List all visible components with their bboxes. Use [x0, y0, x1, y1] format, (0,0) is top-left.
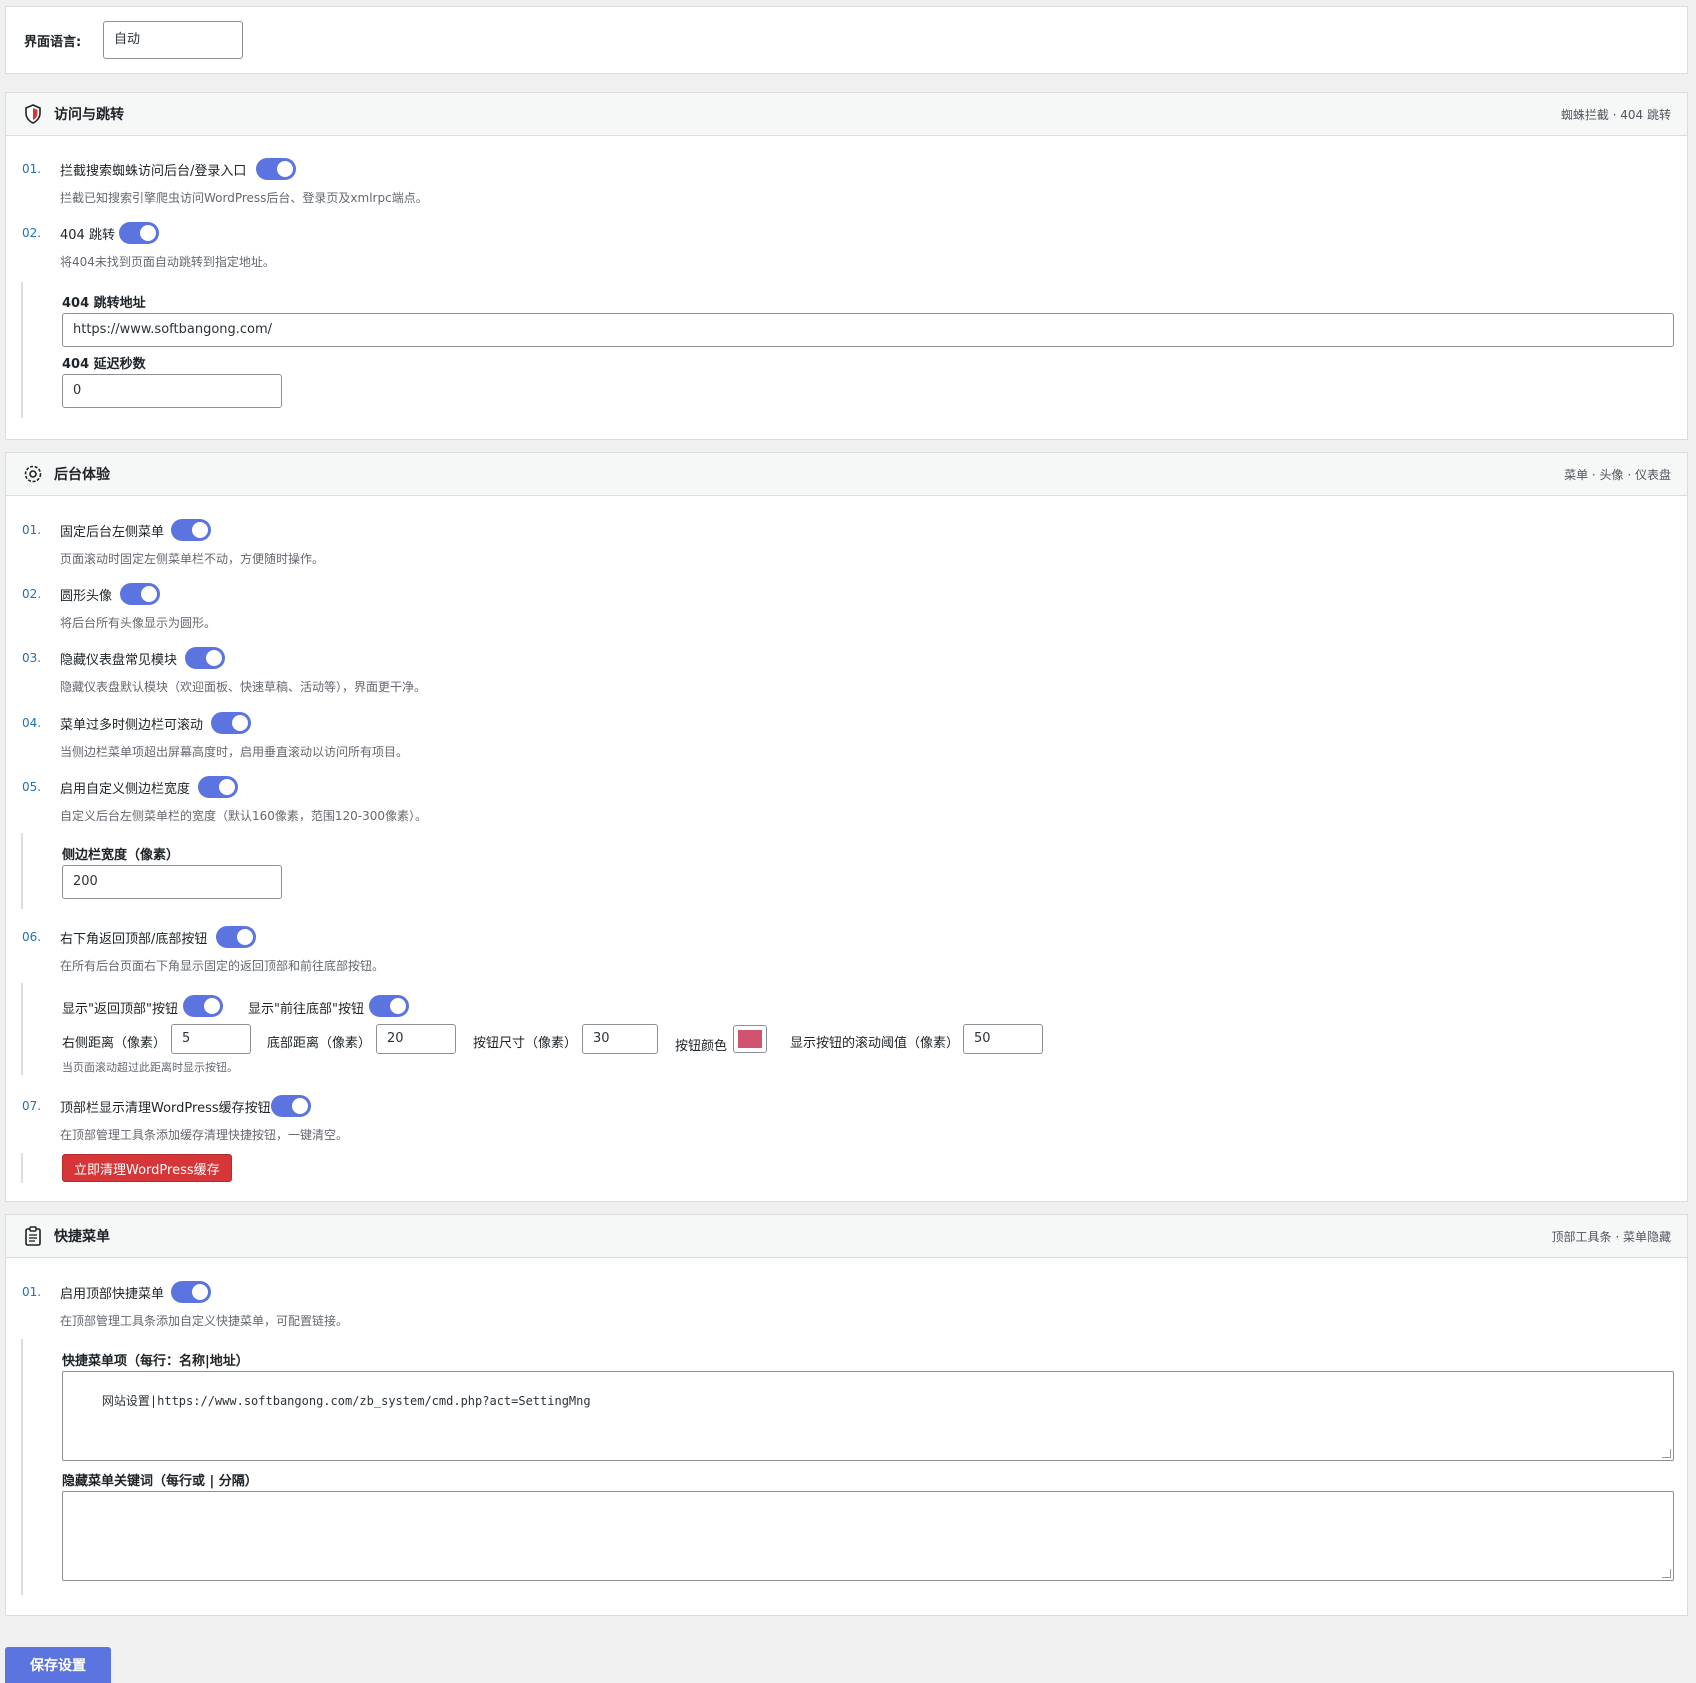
hide-dashboard-label: 隐藏仪表盘常见模块: [60, 653, 178, 668]
bottom-distance-input[interactable]: 20: [376, 1024, 456, 1054]
quickmenu-items-value: 网站设置|https://www.softbangong.com/zb_syst…: [101, 1394, 591, 1408]
button-color-label: 按钮颜色: [675, 1039, 728, 1054]
sidebar-width-input[interactable]: 200: [62, 865, 282, 899]
item-number: 06.: [22, 930, 42, 944]
round-avatar-label: 圆形头像: [60, 589, 113, 604]
right-distance-label: 右侧距离（像素）: [62, 1036, 167, 1051]
button-color-swatch: [738, 1030, 762, 1048]
redirect-delay-label: 404 延迟秒数: [62, 357, 146, 372]
shield-icon: [22, 103, 44, 125]
quickmenu-section: 快捷菜单 顶部工具条 · 菜单隐藏 01. 启用顶部快捷菜单 在顶部管理工具条添…: [5, 1214, 1688, 1616]
clear-cache-button[interactable]: 立即清理WordPress缓存: [62, 1154, 232, 1182]
fix-menu-desc: 页面滚动时固定左侧菜单栏不动，方便随时操作。: [60, 552, 325, 566]
block-spider-toggle[interactable]: [256, 158, 296, 180]
item-number: 01.: [22, 162, 42, 176]
scroll-threshold-hint: 当页面滚动超过此距离时显示按钮。: [62, 1061, 238, 1074]
button-size-label: 按钮尺寸（像素）: [473, 1036, 578, 1051]
right-distance-input[interactable]: 5: [171, 1024, 251, 1054]
round-avatar-desc: 将后台所有头像显示为圆形。: [60, 616, 217, 630]
block-spider-label: 拦截搜索蜘蛛访问后台/登录入口: [60, 164, 247, 179]
sidebar-width-settings: [21, 833, 23, 909]
show-bottom-label: 显示"前往底部"按钮: [248, 1002, 364, 1017]
bottom-distance-label: 底部距离（像素）: [267, 1036, 372, 1051]
back-to-top-settings: [21, 983, 23, 1075]
quickmenu-section-subtitle: 顶部工具条 · 菜单隐藏: [1551, 1229, 1671, 1244]
clear-cache-settings: [21, 1153, 23, 1183]
item-number: 05.: [22, 780, 42, 794]
redirect-404-toggle[interactable]: [119, 222, 159, 244]
fix-menu-toggle[interactable]: [171, 519, 211, 541]
scroll-sidebar-toggle[interactable]: [211, 712, 251, 734]
quickmenu-items-label: 快捷菜单项（每行：名称|地址）: [62, 1354, 249, 1369]
access-section-header: 访问与跳转 蜘蛛拦截 · 404 跳转: [6, 93, 1687, 136]
quickmenu-section-header: 快捷菜单 顶部工具条 · 菜单隐藏: [6, 1215, 1687, 1258]
access-section: 访问与跳转 蜘蛛拦截 · 404 跳转 01. 拦截搜索蜘蛛访问后台/登录入口 …: [5, 92, 1688, 440]
item-number: 07.: [22, 1099, 42, 1113]
item-number: 01.: [22, 523, 42, 537]
button-size-input[interactable]: 30: [582, 1024, 658, 1054]
show-top-label: 显示"返回顶部"按钮: [62, 1002, 178, 1017]
backend-section-title: 后台体验: [54, 467, 110, 483]
quickmenu-enable-toggle[interactable]: [171, 1281, 211, 1303]
scroll-threshold-label: 显示按钮的滚动阈值（像素）: [790, 1036, 960, 1051]
redirect-url-input[interactable]: https://www.softbangong.com/: [62, 313, 1674, 347]
save-button[interactable]: 保存设置: [5, 1647, 111, 1683]
language-panel: 界面语言: 自动: [5, 6, 1688, 74]
hide-dashboard-desc: 隐藏仪表盘默认模块（欢迎面板、快速草稿、活动等），界面更干净。: [60, 680, 427, 694]
block-spider-desc: 拦截已知搜索引擎爬虫访问WordPress后台、登录页及xmlrpc端点。: [60, 191, 428, 205]
clear-cache-toggle[interactable]: [271, 1095, 311, 1117]
access-section-subtitle: 蜘蛛拦截 · 404 跳转: [1560, 107, 1671, 122]
item-number: 02.: [22, 226, 42, 240]
backend-section-header: 后台体验 菜单 · 头像 · 仪表盘: [6, 453, 1687, 496]
item-number: 04.: [22, 716, 42, 730]
back-to-top-desc: 在所有后台页面右下角显示固定的返回顶部和前往底部按钮。: [60, 959, 385, 973]
resize-handle-icon[interactable]: [1662, 1449, 1671, 1458]
language-select[interactable]: 自动: [103, 21, 243, 59]
item-number: 02.: [22, 587, 42, 601]
gear-icon: [22, 463, 44, 485]
sidebar-width-enable-label: 启用自定义侧边栏宽度: [60, 782, 191, 797]
back-to-top-label: 右下角返回顶部/底部按钮: [60, 932, 208, 947]
show-bottom-toggle[interactable]: [369, 995, 409, 1017]
resize-handle-icon[interactable]: [1662, 1569, 1671, 1578]
redirect-delay-input[interactable]: 0: [62, 374, 282, 408]
hide-keywords-textarea[interactable]: [62, 1491, 1674, 1581]
clipboard-icon: [22, 1225, 44, 1247]
quickmenu-items-textarea[interactable]: 网站设置|https://www.softbangong.com/zb_syst…: [62, 1371, 1674, 1461]
quickmenu-settings: [21, 1339, 23, 1595]
backend-section: 后台体验 菜单 · 头像 · 仪表盘 01. 固定后台左侧菜单 页面滚动时固定左…: [5, 452, 1688, 1202]
scroll-sidebar-desc: 当侧边栏菜单项超出屏幕高度时，启用垂直滚动以访问所有项目。: [60, 745, 409, 759]
quickmenu-section-title: 快捷菜单: [54, 1229, 110, 1245]
redirect-url-label: 404 跳转地址: [62, 296, 146, 311]
access-section-title: 访问与跳转: [54, 107, 124, 123]
hide-dashboard-toggle[interactable]: [185, 647, 225, 669]
redirect-404-settings: [21, 282, 23, 418]
hide-keywords-label: 隐藏菜单关键词（每行或 | 分隔）: [62, 1474, 258, 1489]
show-top-toggle[interactable]: [183, 995, 223, 1017]
language-label: 界面语言:: [24, 35, 82, 50]
scroll-sidebar-label: 菜单过多时侧边栏可滚动: [60, 718, 204, 733]
clear-cache-label: 顶部栏显示清理WordPress缓存按钮: [60, 1101, 271, 1116]
button-color-picker[interactable]: [733, 1025, 767, 1053]
scroll-threshold-input[interactable]: 50: [963, 1024, 1043, 1054]
sidebar-width-label: 侧边栏宽度（像素）: [62, 848, 180, 863]
sidebar-width-toggle[interactable]: [198, 776, 238, 798]
item-number: 01.: [22, 1285, 42, 1299]
redirect-404-desc: 将404未找到页面自动跳转到指定地址。: [60, 255, 275, 269]
quickmenu-enable-label: 启用顶部快捷菜单: [60, 1287, 165, 1302]
fix-menu-label: 固定后台左侧菜单: [60, 525, 165, 540]
clear-cache-desc: 在顶部管理工具条添加缓存清理快捷按钮，一键清空。: [60, 1128, 349, 1142]
back-to-top-toggle[interactable]: [216, 926, 256, 948]
quickmenu-enable-desc: 在顶部管理工具条添加自定义快捷菜单，可配置链接。: [60, 1314, 349, 1328]
backend-section-subtitle: 菜单 · 头像 · 仪表盘: [1564, 467, 1671, 482]
sidebar-width-desc: 自定义后台左侧菜单栏的宽度（默认160像素，范围120-300像素）。: [60, 809, 428, 823]
round-avatar-toggle[interactable]: [120, 583, 160, 605]
item-number: 03.: [22, 651, 42, 665]
redirect-404-label: 404 跳转: [60, 228, 115, 243]
